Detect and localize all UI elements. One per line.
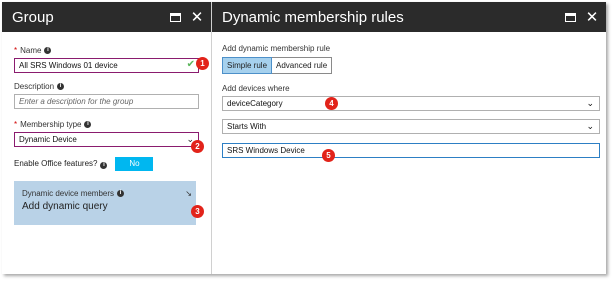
maximize-icon[interactable]: [562, 9, 578, 25]
office-features-label: Enable Office features? i: [14, 159, 108, 169]
name-field-value: All SRS Windows 01 device: [19, 61, 118, 70]
property-select[interactable]: deviceCategory ⌄: [222, 96, 600, 111]
operator-value: Starts With: [227, 122, 267, 131]
membership-type-label: * Membership type i: [14, 120, 199, 129]
dynamic-rules-form: Add dynamic membership rule Simple rule …: [212, 32, 606, 170]
info-icon: i: [117, 190, 125, 197]
office-features-row: Enable Office features? i No: [14, 157, 199, 171]
add-devices-label: Add devices where: [222, 84, 290, 93]
value-input[interactable]: SRS Windows Device: [222, 143, 600, 158]
close-icon[interactable]: ✕: [189, 9, 205, 25]
add-dynamic-query-link[interactable]: Add dynamic query: [22, 201, 188, 212]
window-frame: Group ✕ * Name i All SRS Windows 01 device…: [2, 2, 606, 274]
checkmark-icon: ✔: [186, 59, 195, 70]
dynamic-rules-title: Dynamic membership rules: [222, 8, 404, 26]
chevron-down-icon: ⌄: [586, 98, 594, 108]
membership-type-select[interactable]: Dynamic Device ⌄: [14, 132, 199, 147]
info-icon: i: [100, 162, 108, 169]
name-field[interactable]: All SRS Windows 01 device ✔: [14, 58, 199, 73]
group-blade-title: Group: [12, 8, 54, 26]
info-icon: i: [57, 83, 65, 90]
membership-type-value: Dynamic Device: [19, 135, 77, 144]
office-features-toggle[interactable]: No: [115, 157, 154, 171]
simple-rule-button[interactable]: Simple rule: [222, 57, 273, 74]
description-field[interactable]: Enter a description for the group: [14, 94, 199, 109]
callout-marker-4: 4: [325, 97, 338, 110]
value-input-text: SRS Windows Device: [227, 146, 305, 155]
dynamic-device-members-tile[interactable]: Dynamic device members i Add dynamic quer…: [14, 181, 196, 225]
callout-marker-2: 2: [191, 140, 204, 153]
advanced-rule-button[interactable]: Advanced rule: [272, 57, 333, 74]
close-icon[interactable]: ✕: [584, 9, 600, 25]
group-form: * Name i All SRS Windows 01 device ✔ Descr…: [2, 32, 211, 235]
operator-select[interactable]: Starts With ⌄: [222, 119, 600, 134]
add-rule-label: Add dynamic membership rule: [222, 44, 331, 53]
group-blade-header: Group ✕: [2, 2, 211, 32]
chevron-down-icon: ⌄: [586, 121, 594, 131]
maximize-icon[interactable]: [167, 9, 183, 25]
dynamic-rules-blade: Dynamic membership rules ✕ Add dynamic m…: [212, 2, 606, 274]
info-icon: i: [44, 47, 52, 54]
corner-arrow-icon: ↘: [185, 189, 192, 198]
description-placeholder: Enter a description for the group: [19, 97, 134, 106]
info-icon: i: [84, 121, 92, 128]
dynamic-members-label: Dynamic device members i: [22, 189, 188, 198]
property-value: deviceCategory: [227, 99, 283, 108]
name-label: * Name i: [14, 46, 199, 55]
dynamic-rules-header: Dynamic membership rules ✕: [212, 2, 606, 32]
callout-marker-3: 3: [191, 205, 204, 218]
description-label: Description i: [14, 82, 199, 91]
callout-marker-1: 1: [196, 57, 209, 70]
group-blade: Group ✕ * Name i All SRS Windows 01 device…: [2, 2, 212, 274]
callout-marker-5: 5: [322, 149, 335, 162]
rule-type-toggle: Simple rule Advanced rule: [222, 57, 596, 74]
